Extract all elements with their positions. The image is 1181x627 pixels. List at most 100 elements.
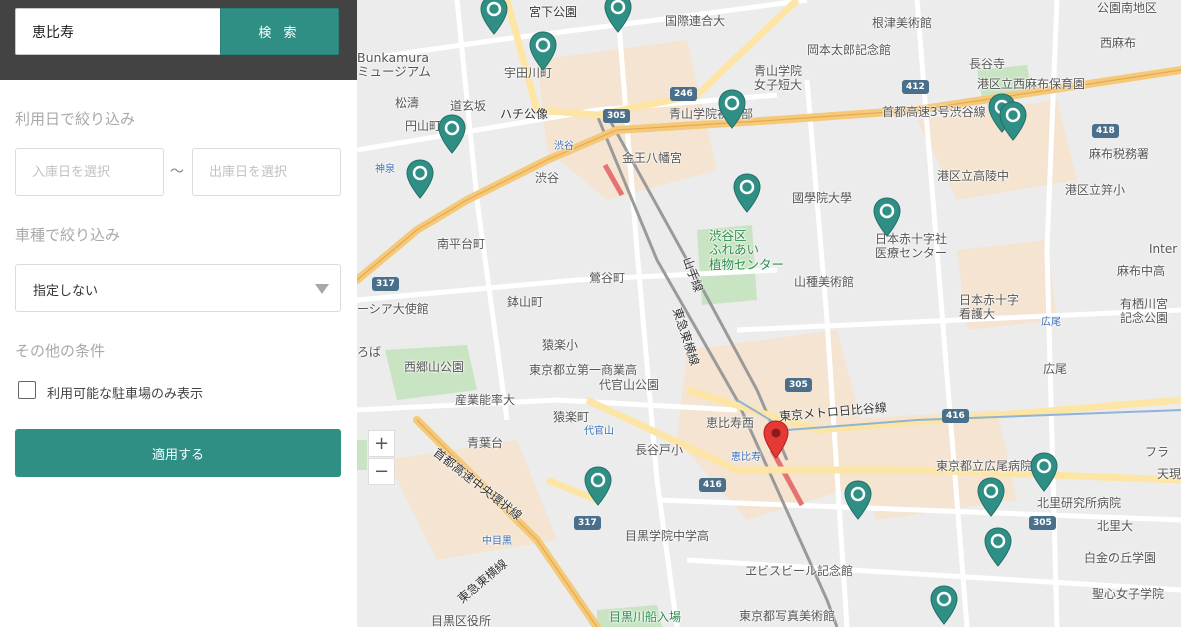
zoom-in-button[interactable]: + (368, 430, 395, 457)
car-type-select[interactable]: 指定しない (15, 264, 341, 312)
map-label: 麻布税務署 (1089, 147, 1150, 161)
map-label: 中目黒 (482, 536, 512, 547)
parking-pin-icon[interactable] (717, 88, 747, 130)
parking-pin-icon[interactable] (603, 0, 633, 34)
map-label: 東京都立第一商業高 (529, 363, 638, 377)
map-label: 神泉 (375, 164, 395, 175)
map-label: 産業能率大 (455, 393, 516, 407)
car-type-selected-value: 指定しない (33, 284, 99, 299)
map-label: 渋谷区 ふれあい 植物センター (709, 228, 785, 272)
route-shield: 418 (1092, 124, 1119, 138)
map-label: 広尾 (1041, 317, 1061, 328)
search-input[interactable] (15, 8, 220, 55)
date-separator: 〜 (170, 164, 184, 180)
map-label: 東京都写真美術館 (739, 609, 836, 623)
parking-pin-icon[interactable] (405, 158, 435, 200)
map-label: 代官山 (584, 426, 614, 437)
map-label: 長谷戸小 (635, 443, 684, 457)
date-filter-title: 利用日で絞り込み (15, 110, 136, 128)
map-label: 金王八幡宮 (622, 151, 683, 165)
map-label: 円山町 (405, 119, 442, 133)
parking-pin-icon[interactable] (983, 526, 1013, 568)
map-label: 公園南地区 (1097, 1, 1158, 15)
parking-pin-icon[interactable] (479, 0, 509, 36)
map-label: 聖心女子学院 (1092, 587, 1165, 601)
map-label: 麻布中高 (1117, 264, 1166, 278)
route-shield: 416 (699, 478, 726, 492)
route-shield: 317 (574, 516, 601, 530)
map-label: ろば (357, 345, 382, 359)
map-label: 渋谷 (554, 141, 574, 152)
entry-date-field[interactable] (15, 148, 164, 196)
exit-date-field[interactable] (192, 148, 341, 196)
sidebar: 検 索 利用日で絞り込み 〜 車種で絞り込み 指定しない その他の条件 利用可能… (0, 0, 357, 627)
map-label: 目黒川船入場 (609, 610, 682, 624)
parking-pin-icon[interactable] (872, 196, 902, 238)
chevron-down-icon (315, 284, 329, 294)
map[interactable]: 246 305 412 418 317 305 416 416 317 305 … (357, 0, 1181, 627)
map-label: 道玄坂 (450, 99, 487, 113)
map-label: 山種美術館 (794, 275, 855, 289)
map-label: 西郷山公園 (404, 360, 465, 374)
map-label: 猿楽町 (553, 410, 590, 424)
map-label: ヱビスビール記念館 (745, 564, 854, 578)
map-label: 恵比寿西 (706, 416, 755, 430)
map-label: 青山学院 女子短大 (754, 64, 803, 92)
map-label: 港区立西麻布保育園 (977, 77, 1086, 91)
map-label: 根津美術館 (872, 16, 933, 30)
location-marker-icon[interactable] (763, 420, 789, 460)
parking-pin-icon[interactable] (843, 479, 873, 521)
map-label: 目黒学院中学高 (625, 529, 710, 543)
parking-pin-icon[interactable] (437, 113, 467, 155)
map-label: 松濤 (395, 96, 420, 110)
map-label: ーシア大使館 (357, 302, 429, 316)
map-label: フラ (1145, 445, 1170, 459)
available-only-checkbox[interactable] (18, 381, 36, 399)
map-label: ハチ公像 (500, 107, 549, 121)
map-label: 首都高速3号渋谷線 (882, 105, 986, 119)
map-label: 渋谷 (535, 171, 560, 185)
map-label: 宮下公園 (529, 5, 578, 19)
map-label: 北里研究所病院 (1037, 496, 1122, 510)
parking-pin-icon[interactable] (976, 476, 1006, 518)
parking-pin-icon[interactable] (998, 100, 1028, 142)
route-shield: 305 (1029, 516, 1056, 530)
zoom-out-button[interactable]: − (368, 458, 395, 485)
map-label: Inter (1149, 242, 1178, 256)
route-shield: 305 (603, 109, 630, 123)
map-label: 西麻布 (1100, 36, 1137, 50)
map-label: 白金の丘学園 (1084, 551, 1157, 565)
route-shield: 416 (942, 409, 969, 423)
map-label: 北里大 (1097, 519, 1134, 533)
map-label: 岡本太郎記念館 (807, 43, 892, 57)
parking-pin-icon[interactable] (732, 172, 762, 214)
map-label: 長谷寺 (969, 57, 1006, 71)
map-label: 広尾 (1043, 362, 1068, 376)
map-label: 鶯谷町 (589, 271, 626, 285)
map-label: 青葉台 (467, 436, 504, 450)
map-base (357, 0, 1181, 627)
map-label: 天現 (1157, 467, 1181, 481)
map-label: 南平台町 (437, 237, 486, 251)
map-label: 猿楽小 (542, 338, 579, 352)
map-label: 代官山公園 (599, 378, 660, 392)
parking-pin-icon[interactable] (528, 30, 558, 72)
map-label: 国際連合大 (665, 14, 726, 28)
parking-pin-icon[interactable] (583, 465, 613, 507)
map-label: 鉢山町 (507, 295, 544, 309)
map-label: 國學院大學 (792, 191, 853, 205)
parking-pin-icon[interactable] (1029, 451, 1059, 493)
route-shield: 317 (372, 277, 399, 291)
map-label: 有栖川宮 記念公園 (1120, 297, 1169, 325)
apply-button[interactable]: 適用する (15, 429, 341, 477)
map-label: 日本赤十字 看護大 (959, 293, 1020, 321)
map-label: 港区立高陵中 (937, 169, 1010, 183)
car-type-filter-title: 車種で絞り込み (15, 226, 121, 244)
map-label: Bunkamura ミュージアム (357, 50, 431, 80)
map-label: 恵比寿 (731, 452, 761, 463)
search-button[interactable]: 検 索 (220, 8, 339, 55)
map-label: 港区立笄小 (1065, 183, 1126, 197)
available-only-label[interactable]: 利用可能な駐車場のみ表示 (47, 383, 203, 402)
parking-pin-icon[interactable] (929, 584, 959, 626)
map-label: 目黒区役所 (431, 614, 492, 627)
